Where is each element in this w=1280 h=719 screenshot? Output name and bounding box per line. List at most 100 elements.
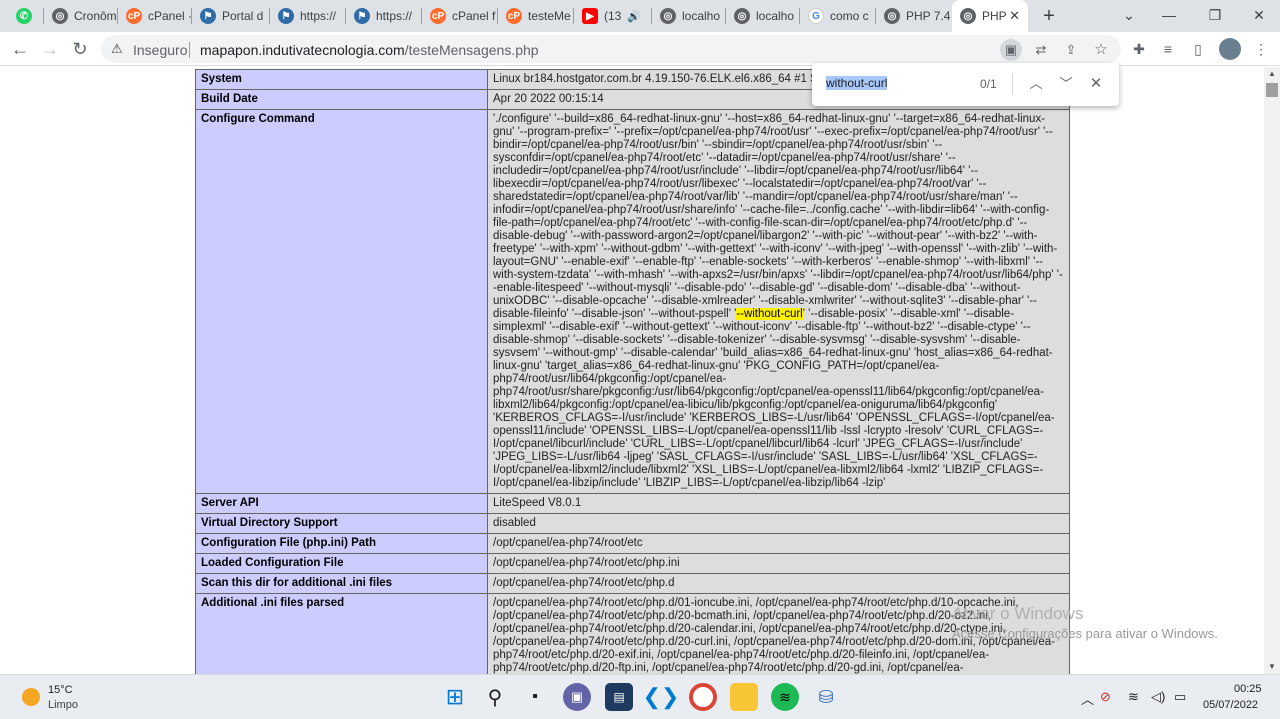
youtube-icon: ▶ <box>582 8 598 24</box>
url-host: mapapon.indutivatecnologia.com <box>200 42 405 58</box>
tab-label: PHP <box>982 9 1007 23</box>
tab-youtube[interactable]: ▶ (13 🔊 <box>576 4 652 28</box>
row-label: Server API <box>195 493 488 514</box>
tab-cpanel-2[interactable]: cP cPanel f <box>424 4 498 28</box>
tab-cpanel-1[interactable]: cP cPanel · <box>120 4 192 28</box>
back-button[interactable]: ← <box>9 38 31 60</box>
profile-avatar[interactable] <box>1219 38 1241 60</box>
weather-moon-icon[interactable] <box>22 688 40 706</box>
share-icon[interactable]: ⇪ <box>1060 39 1082 61</box>
wifi-icon[interactable]: ≋ <box>1128 689 1139 705</box>
table-row: Configure Command './configure' '--build… <box>195 109 1070 494</box>
address-bar[interactable]: ⚠ Inseguro mapapon.indutivatecnologia.co… <box>101 35 1121 63</box>
tray-overflow-icon[interactable]: ︿ <box>1081 689 1094 708</box>
url-text[interactable]: mapapon.indutivatecnologia.com/testeMens… <box>200 42 539 58</box>
file-explorer-icon[interactable] <box>730 683 758 711</box>
tab-https-1[interactable]: ⚑ https:// <box>272 4 346 28</box>
find-input[interactable]: without-curl <box>826 76 888 90</box>
vscode-icon[interactable]: ❮❯ <box>643 683 680 711</box>
extensions-icon[interactable]: ✚ <box>1128 38 1150 60</box>
chrome-icon[interactable] <box>689 683 717 711</box>
terminal-app-icon[interactable]: ▤ <box>605 683 633 711</box>
text-after-match: ' '--disable-posix' '--disable-xml' '--d… <box>493 308 1055 489</box>
tab-label: https:// <box>300 9 337 23</box>
tab-portal[interactable]: ⚑ Portal d <box>194 4 270 28</box>
find-match-highlight: --without-curl <box>736 308 803 320</box>
row-value: LiteSpeed V8.0.1 <box>487 493 1070 514</box>
tab-whatsapp[interactable]: ✆ <box>10 4 44 28</box>
menu-icon[interactable]: ⋮ <box>1250 38 1272 60</box>
configure-command-value: './configure' '--build=x86_64-redhat-lin… <box>487 109 1070 494</box>
row-value: /opt/cpanel/ea-php74/root/etc/php.d <box>487 573 1070 594</box>
tab-google-search[interactable]: G como c <box>802 4 876 28</box>
url-path: /testeMensagens.php <box>404 42 539 58</box>
close-tab-icon[interactable]: ✕ <box>1009 8 1020 24</box>
globe-icon: ◎ <box>884 8 900 24</box>
scroll-thumb[interactable] <box>1266 83 1278 97</box>
globe-icon: ◎ <box>960 8 976 24</box>
teams-chat-icon[interactable]: ▣ <box>563 683 591 711</box>
tab-label: https:// <box>376 9 413 23</box>
weather-temperature[interactable]: 15°C <box>48 684 73 696</box>
reload-button[interactable]: ↻ <box>69 38 91 60</box>
find-bar: without-curl 0/1 ︿ ﹀ ✕ <box>812 63 1119 106</box>
security-label[interactable]: Inseguro <box>133 42 187 58</box>
tab-label: localho <box>682 9 721 23</box>
tab-teste-mensagens[interactable]: cP testeMe <box>500 4 574 28</box>
tab-php-active[interactable]: ◎ PHP ✕ <box>952 0 1028 32</box>
portal-icon: ⚑ <box>278 8 294 24</box>
find-previous-icon[interactable]: ︿ <box>1026 74 1046 94</box>
scroll-down-arrow-icon[interactable]: ▼ <box>1264 660 1280 674</box>
tab-localhost-1[interactable]: ◎ localho <box>654 4 726 28</box>
row-label: System <box>195 69 488 90</box>
search-icon[interactable]: ⚲ <box>481 683 509 711</box>
start-menu-icon[interactable]: ⊞ <box>441 683 469 711</box>
media-control-icon[interactable]: ≡ <box>1157 38 1179 60</box>
tab-cronometro[interactable]: ◎ Cronôm <box>46 4 118 28</box>
spotify-icon[interactable]: ≋ <box>771 683 799 711</box>
task-view-icon[interactable]: ▪ <box>521 683 549 711</box>
translate-icon[interactable]: ⇄ <box>1030 39 1052 61</box>
minimize-button[interactable]: — <box>1146 4 1192 26</box>
row-label: Configure Command <box>195 109 488 494</box>
cpanel-icon: cP <box>126 8 142 24</box>
row-label: Build Date <box>195 89 488 110</box>
find-next-icon[interactable]: ﹀ <box>1056 74 1076 94</box>
row-value: disabled <box>487 513 1070 534</box>
scroll-up-arrow-icon[interactable]: ▲ <box>1264 67 1280 81</box>
network-app-icon[interactable]: ⛁ <box>812 683 840 711</box>
tab-https-2[interactable]: ⚑ https:// <box>348 4 422 28</box>
new-tab-button[interactable]: + <box>1038 5 1060 27</box>
tab-label: (13 <box>604 9 622 23</box>
warning-icon[interactable]: ⚠ <box>111 41 123 57</box>
weather-condition[interactable]: Limpo <box>48 699 78 711</box>
globe-icon: ◎ <box>734 8 750 24</box>
find-match-count: 0/1 <box>980 77 997 91</box>
maximize-button[interactable]: ❐ <box>1192 4 1238 26</box>
tab-strip: ✆ ◎ Cronôm cP cPanel · ⚑ Portal d ⚑ http… <box>0 0 1280 32</box>
page-scrollbar[interactable]: ▲ ▼ <box>1264 67 1280 674</box>
bookmark-star-icon[interactable]: ☆ <box>1090 39 1112 61</box>
row-label: Additional .ini files parsed <box>195 593 488 674</box>
side-panel-icon[interactable]: ▯ <box>1187 38 1209 60</box>
clock-date[interactable]: 05/07/2022 <box>1203 699 1258 711</box>
row-value: /opt/cpanel/ea-php74/root/etc <box>487 533 1070 554</box>
tab-php-74[interactable]: ◎ PHP 7.4 <box>878 4 950 28</box>
table-row: Additional .ini files parsed /opt/cpanel… <box>195 593 1070 674</box>
tab-localhost-2[interactable]: ◎ localho <box>728 4 800 28</box>
portal-icon: ⚑ <box>354 8 370 24</box>
volume-icon[interactable]: ◁) <box>1151 689 1165 705</box>
activation-watermark-title: Ativar o Windows <box>952 604 1084 623</box>
battery-icon[interactable]: ▭ <box>1174 689 1186 705</box>
cpanel-icon: cP <box>430 8 446 24</box>
speaker-icon[interactable]: 🔊 <box>627 10 641 23</box>
close-window-button[interactable]: ✕ <box>1236 4 1280 26</box>
find-in-page-icon[interactable]: ▣ <box>1000 39 1022 61</box>
row-label: Configuration File (php.ini) Path <box>195 533 488 554</box>
find-close-icon[interactable]: ✕ <box>1086 74 1106 94</box>
windows-taskbar: 15°C Limpo ⊞ ⚲ ▪ ▣ ▤ ❮❯ ≋ ⛁ ︿ ⊘ ≋ ◁) ▭ 0… <box>0 674 1280 719</box>
text-before-match: './configure' '--build=x86_64-redhat-lin… <box>493 113 1063 320</box>
tray-security-icon[interactable]: ⊘ <box>1100 689 1111 705</box>
forward-button[interactable]: → <box>39 38 61 60</box>
clock-time[interactable]: 00:25 <box>1234 683 1262 695</box>
